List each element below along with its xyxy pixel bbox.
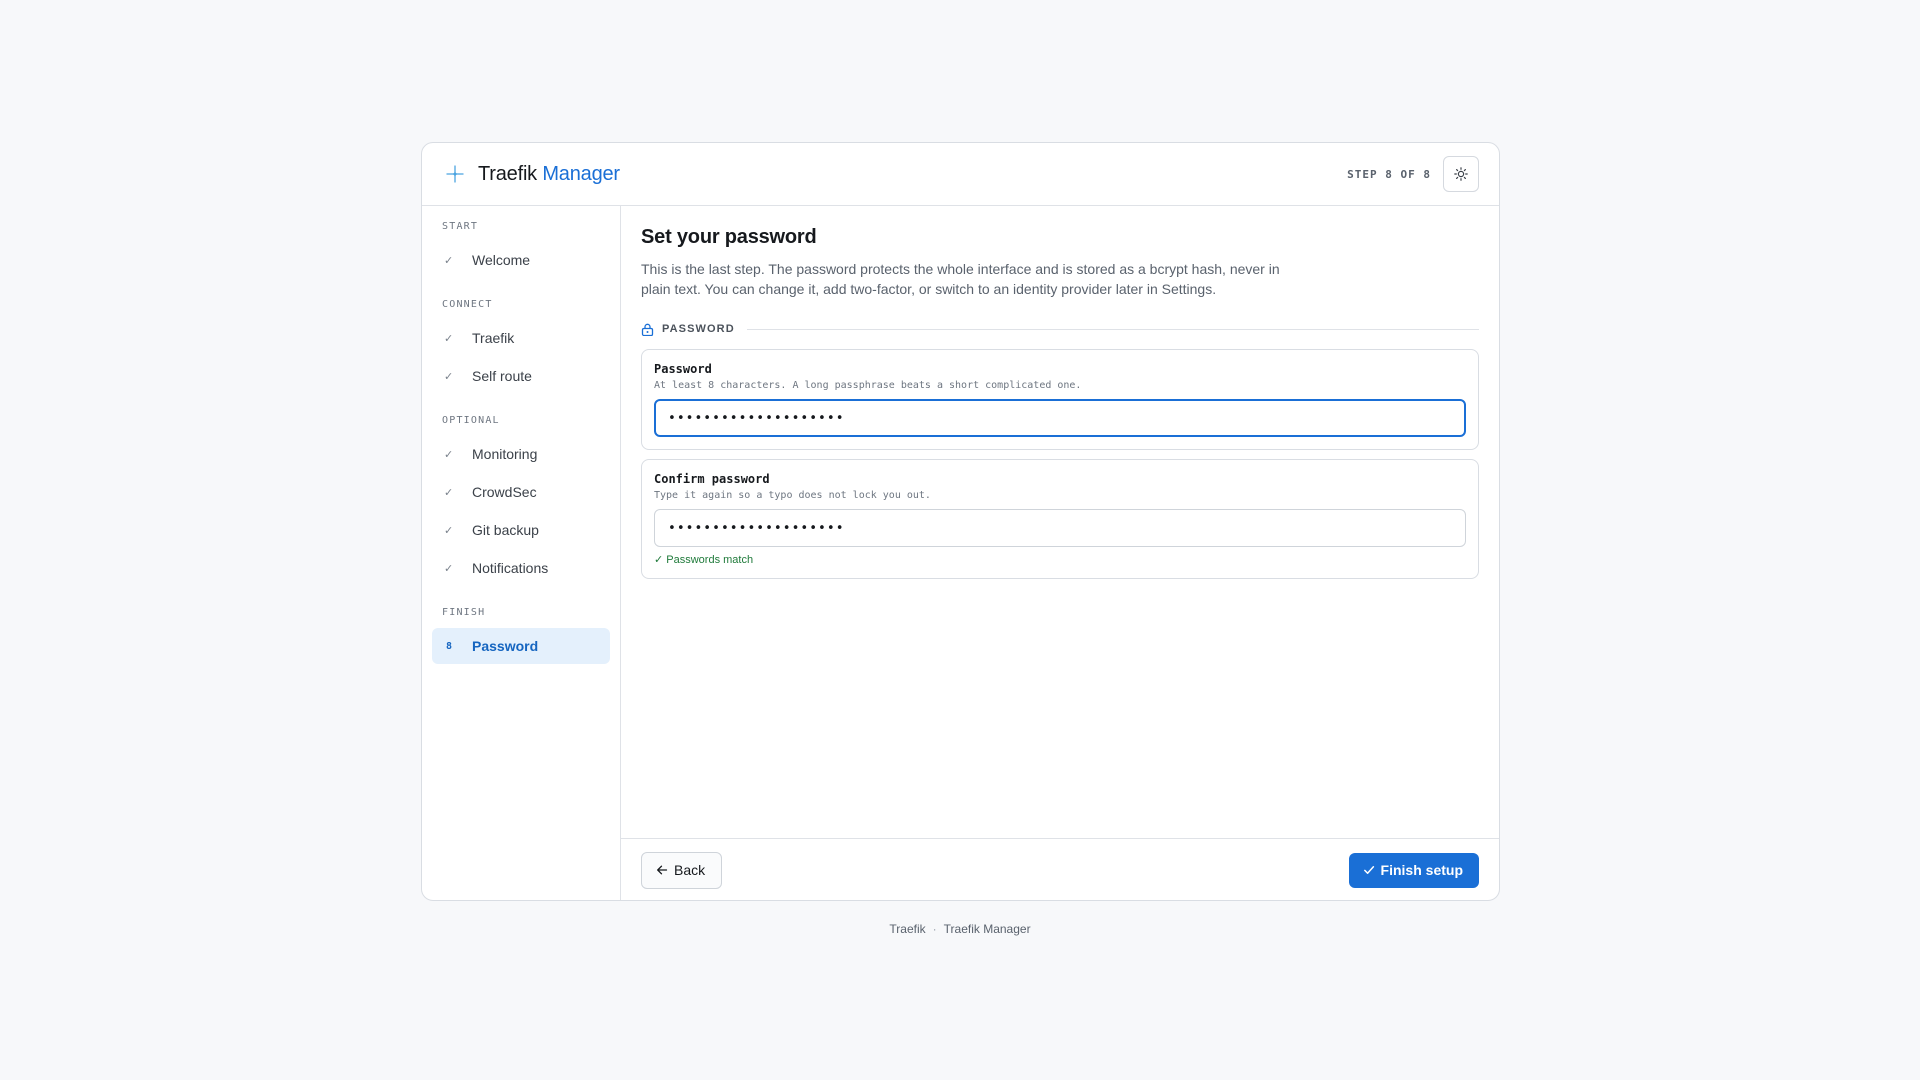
nav-group-label: OPTIONAL bbox=[442, 415, 500, 426]
back-button[interactable]: Back bbox=[641, 851, 723, 889]
sidebar-item-traefik[interactable]: ✓ Traefik bbox=[432, 320, 610, 356]
section-divider bbox=[746, 328, 1479, 330]
footer-link-traefik[interactable]: Traefik bbox=[889, 922, 925, 936]
check-icon: ✓ bbox=[444, 524, 454, 537]
sidebar-item-label: Password bbox=[472, 638, 539, 654]
sidebar: START ✓ Welcome CONNECT ✓ Traefik ✓ Self… bbox=[422, 206, 621, 900]
body-row: START ✓ Welcome CONNECT ✓ Traefik ✓ Self… bbox=[422, 206, 1499, 900]
finish-setup-button[interactable]: Finish setup bbox=[1348, 852, 1479, 888]
password-field-card: Password At least 8 characters. A long p… bbox=[641, 349, 1479, 450]
app-title: Traefik Manager bbox=[478, 163, 620, 186]
finish-setup-label: Finish setup bbox=[1380, 862, 1463, 878]
footer-separator: · bbox=[932, 922, 937, 936]
confirm-password-hint: Type it again so a typo does not lock yo… bbox=[654, 490, 931, 501]
footer-app-name: Traefik Manager bbox=[943, 922, 1031, 936]
check-icon: ✓ bbox=[444, 448, 454, 461]
sidebar-item-crowdsec[interactable]: ✓ CrowdSec bbox=[432, 474, 610, 510]
sidebar-item-git-backup[interactable]: ✓ Git backup bbox=[432, 512, 610, 548]
check-icon: ✓ bbox=[444, 370, 454, 383]
check-icon: ✓ bbox=[444, 562, 454, 575]
sidebar-item-password[interactable]: 8 Password bbox=[432, 628, 610, 664]
page-description: This is the last step. The password prot… bbox=[641, 261, 1280, 297]
sidebar-item-label: Traefik bbox=[472, 330, 515, 346]
page-footer: Traefik · Traefik Manager bbox=[0, 922, 1920, 936]
nav-group-start: START ✓ Welcome bbox=[432, 220, 610, 278]
brand: Traefik Manager bbox=[446, 163, 620, 186]
sidebar-item-label: Git backup bbox=[472, 522, 539, 538]
check-icon bbox=[1363, 864, 1375, 876]
step-number: 8 bbox=[446, 640, 453, 652]
sidebar-item-label: Notifications bbox=[472, 560, 549, 576]
section-header: PASSWORD bbox=[641, 321, 1479, 337]
header: Traefik Manager STEP 8 OF 8 bbox=[422, 143, 1499, 206]
confirm-password-label: Confirm password bbox=[654, 472, 770, 486]
header-right: STEP 8 OF 8 bbox=[1347, 156, 1479, 192]
nav-group-optional: OPTIONAL ✓ Monitoring ✓ CrowdSec ✓ Git b… bbox=[432, 414, 610, 586]
sidebar-item-label: CrowdSec bbox=[472, 484, 537, 500]
sidebar-item-notifications[interactable]: ✓ Notifications bbox=[432, 550, 610, 586]
confirm-password-input[interactable] bbox=[654, 509, 1466, 547]
wizard-actions: Back Finish setup bbox=[621, 838, 1499, 900]
sidebar-item-monitoring[interactable]: ✓ Monitoring bbox=[432, 436, 610, 472]
password-input[interactable] bbox=[654, 399, 1466, 437]
sidebar-item-label: Monitoring bbox=[472, 446, 538, 462]
brand-first: Traefik bbox=[478, 162, 537, 185]
back-button-label: Back bbox=[674, 862, 706, 878]
lock-icon bbox=[641, 323, 654, 336]
password-hint: At least 8 characters. A long passphrase… bbox=[654, 380, 1082, 391]
check-icon: ✓ bbox=[444, 254, 454, 267]
content: Set your password This is the last step.… bbox=[621, 206, 1499, 838]
arrow-left-icon bbox=[656, 864, 668, 876]
sun-icon bbox=[1454, 167, 1468, 181]
section-title: PASSWORD bbox=[662, 323, 735, 335]
passwords-match-message: ✓ Passwords match bbox=[654, 554, 754, 566]
setup-wizard-card: Traefik Manager STEP 8 OF 8 START ✓ Welc… bbox=[421, 142, 1500, 901]
page-title: Set your password bbox=[641, 226, 817, 248]
nav-group-label: START bbox=[442, 221, 479, 232]
confirm-password-field-card: Confirm password Type it again so a typo… bbox=[641, 459, 1479, 579]
step-indicator: STEP 8 OF 8 bbox=[1347, 167, 1431, 181]
nav-group-label: FINISH bbox=[442, 607, 486, 618]
nav-group-finish: FINISH 8 Password bbox=[432, 606, 610, 664]
password-label: Password bbox=[654, 362, 712, 376]
nav-group-connect: CONNECT ✓ Traefik ✓ Self route bbox=[432, 298, 610, 394]
brand-accent: Manager bbox=[542, 162, 620, 185]
sidebar-item-label: Welcome bbox=[472, 252, 531, 268]
sidebar-item-welcome[interactable]: ✓ Welcome bbox=[432, 242, 610, 278]
theme-toggle-button[interactable] bbox=[1443, 156, 1479, 192]
sidebar-item-label: Self route bbox=[472, 368, 532, 384]
sparkle-icon bbox=[446, 165, 464, 183]
check-icon: ✓ bbox=[444, 486, 454, 499]
nav-group-label: CONNECT bbox=[442, 299, 493, 310]
main-panel: Set your password This is the last step.… bbox=[621, 206, 1499, 900]
check-icon: ✓ bbox=[444, 332, 454, 345]
sidebar-item-self-route[interactable]: ✓ Self route bbox=[432, 358, 610, 394]
